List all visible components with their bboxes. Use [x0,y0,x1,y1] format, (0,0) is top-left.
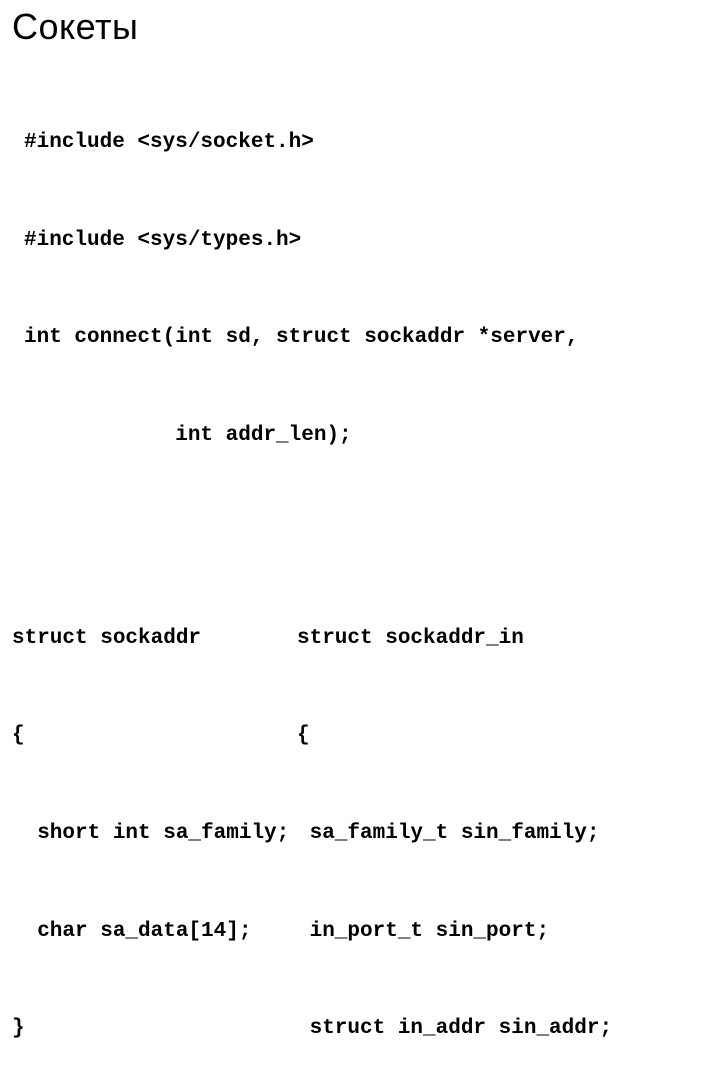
slide-title: Сокеты [12,6,708,48]
code-line: { [12,720,297,753]
code-line: struct sockaddr_in [297,623,708,656]
code-line: struct in_addr sin_addr; [297,1013,708,1046]
code-line: char sa_data[14]; [12,916,297,949]
struct-sockaddr-in: struct sockaddr_in { sa_family_t sin_fam… [297,558,708,1080]
code-line: int connect(int sd, struct sockaddr *ser… [24,322,708,355]
code-line: #include <sys/socket.h> [24,127,708,160]
struct-sockaddr: struct sockaddr { short int sa_family; c… [12,558,297,1080]
code-line: short int sa_family; [12,818,297,851]
slide: Сокеты #include <sys/socket.h> #include … [0,0,720,540]
code-line: in_port_t sin_port; [297,916,708,949]
code-line: } [12,1013,297,1046]
code-line: sa_family_t sin_family; [297,818,708,851]
code-line: #include <sys/types.h> [24,225,708,258]
code-line: struct sockaddr [12,623,297,656]
code-line: { [297,720,708,753]
code-includes: #include <sys/socket.h> #include <sys/ty… [24,62,708,518]
struct-columns: struct sockaddr { short int sa_family; c… [12,558,708,1080]
code-line: int addr_len); [24,420,708,453]
